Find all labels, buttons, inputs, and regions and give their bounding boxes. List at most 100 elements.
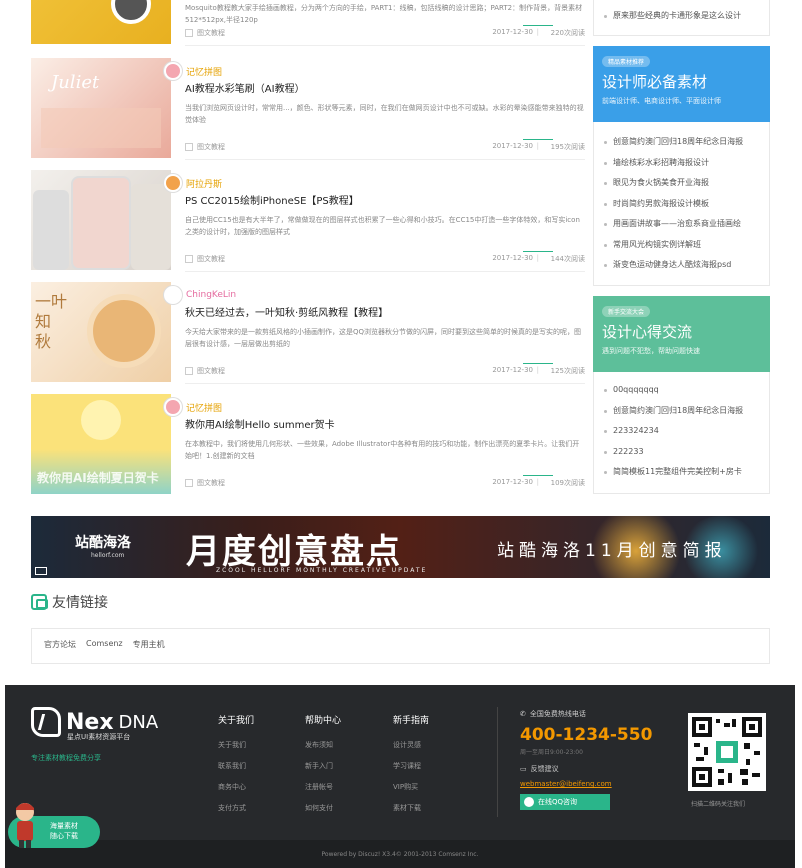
- doc-icon: [185, 143, 193, 151]
- qr-caption: 扫描二维码关注我们: [691, 801, 746, 808]
- post-item[interactable]: 一叶知秋 ChingKeLin 秋天已经过去，一叶知秋·剪纸风教程【教程】 今天…: [31, 280, 585, 384]
- banner-subtitle: 前端设计师、电商设计师、平面设计师: [602, 97, 721, 105]
- footer-link[interactable]: 素材下载: [393, 803, 429, 824]
- post-meta: 图文教程 2017-12-30 | 220次阅读: [185, 25, 585, 42]
- post-thumbnail[interactable]: Juliet: [31, 58, 171, 158]
- doc-icon: [185, 29, 193, 37]
- service-hours: 周一至周日9:00-23:00: [520, 749, 583, 756]
- sidebar-link[interactable]: 创意简约澳门回归18周年纪念日海报: [594, 132, 769, 153]
- sidebar-banner-exchange[interactable]: 新手交流大会 设计心得交流 遇到问题不犯愁，帮助问题快速: [593, 296, 770, 372]
- sidebar-link[interactable]: 时尚简约男款海报设计模板: [594, 194, 769, 215]
- doc-icon: [185, 479, 193, 487]
- sidebar-banner-materials[interactable]: 精品素材推荐 设计师必备素材 前端设计师、电商设计师、平面设计师: [593, 46, 770, 122]
- footer-link[interactable]: 关于我们: [218, 740, 254, 761]
- link-icon: [31, 594, 48, 610]
- sidebar-link[interactable]: 常用风光构镜实例详解班: [594, 235, 769, 256]
- post-tag[interactable]: 图文教程: [185, 142, 225, 152]
- footer-link[interactable]: 新手入门: [305, 761, 341, 782]
- sidebar-link[interactable]: 创意简约澳门回归18周年纪念日海报: [594, 401, 769, 422]
- post-meta: 图文教程 2017-12-30 | 125次阅读: [185, 363, 585, 380]
- sidebar-list-exchange: 00qqqqqqq 创意简约澳门回归18周年纪念日海报 223324234 22…: [593, 372, 770, 494]
- mascot-icon: [16, 803, 34, 848]
- post-tag[interactable]: 图文教程: [185, 28, 225, 38]
- banner-title: 设计师必备素材: [602, 73, 708, 91]
- sidebar-link[interactable]: 原来那些经典的卡通形象是这么设计: [594, 6, 769, 27]
- sidebar-link[interactable]: 墙绘核彩水彩招聘海报设计: [594, 153, 769, 174]
- footer-col-title: 关于我们: [218, 716, 255, 726]
- avatar[interactable]: [164, 174, 182, 192]
- post-thumbnail[interactable]: 一叶知秋: [31, 282, 171, 382]
- post-tag[interactable]: 图文教程: [185, 254, 225, 264]
- post-author[interactable]: 记忆拼图: [164, 398, 222, 416]
- post-thumbnail[interactable]: 教你用AI绘制夏日贺卡: [31, 394, 171, 494]
- footer-link[interactable]: 如何支付: [305, 803, 341, 824]
- post-date: 2017-12-30: [492, 28, 533, 36]
- footer-link[interactable]: 支付方式: [218, 803, 254, 824]
- post-title[interactable]: 教你用AI绘制Hello summer贺卡: [185, 416, 335, 431]
- footer-link[interactable]: 商务中心: [218, 782, 254, 803]
- ad-banner[interactable]: 站酷海洛 hellorf.com 月度创意盘点 ZCOOL HELLORF MO…: [31, 516, 770, 578]
- post-meta: 图文教程 2017-12-30 | 195次阅读: [185, 139, 585, 156]
- footer-col-title: 新手指南: [393, 716, 430, 726]
- sidebar-link[interactable]: 00qqqqqqq: [594, 380, 769, 401]
- post-thumbnail[interactable]: [31, 170, 171, 270]
- post-meta: 图文教程 2017-12-30 | 109次阅读: [185, 475, 585, 492]
- footer-col-title: 帮助中心: [305, 716, 342, 726]
- post-views: 144次阅读: [550, 255, 585, 263]
- post-views: 220次阅读: [550, 29, 585, 37]
- post-date: 2017-12-30: [492, 254, 533, 262]
- avatar[interactable]: [164, 286, 182, 304]
- post-item[interactable]: Juliet 记忆拼图 AI教程水彩笔刷（AI教程） 当我们浏览网页设计时，常常…: [31, 56, 585, 160]
- footer-link[interactable]: 联系我们: [218, 761, 254, 782]
- post-item[interactable]: Mosquito教程教大家手绘插画教程，分为两个方向的手绘，PART1：线稿，包…: [31, 0, 585, 46]
- post-tag[interactable]: 图文教程: [185, 366, 225, 376]
- copyright: Powered by Discuz! X3.4© 2001-2013 Comse…: [321, 851, 479, 858]
- footer-contact: ✆ 全国免费热线电话 400-1234-550 周一至周日9:00-23:00 …: [520, 709, 680, 810]
- post-author[interactable]: ChingKeLin: [164, 286, 236, 304]
- post-excerpt: 在本教程中，我们将使用几何形状、一些效果，Adobe Illustrator中各…: [185, 440, 580, 460]
- ad-right-text: 站酷海洛11月创意简报: [497, 541, 727, 561]
- post-thumbnail[interactable]: [31, 0, 171, 44]
- post-views: 125次阅读: [550, 367, 585, 375]
- post-tag[interactable]: 图文教程: [185, 478, 225, 488]
- post-item[interactable]: 阿拉丹斯 PS CC2015绘制iPhoneSE【PS教程】 自己使用CC15也…: [31, 168, 585, 272]
- avatar[interactable]: [164, 62, 182, 80]
- ad-brand-url: hellorf.com: [91, 552, 125, 559]
- post-author[interactable]: 记忆拼图: [164, 62, 222, 80]
- sidebar-list-materials: 创意简约澳门回归18周年纪念日海报 墙绘核彩水彩招聘海报设计 眼见为食火锅美食开…: [593, 122, 770, 286]
- sidebar-link[interactable]: 223324234: [594, 421, 769, 442]
- post-title[interactable]: PS CC2015绘制iPhoneSE【PS教程】: [185, 192, 359, 207]
- sidebar-link[interactable]: 222233: [594, 442, 769, 463]
- floating-promo[interactable]: 海量素材 随心下载: [0, 800, 100, 850]
- sidebar-link[interactable]: 简简模板11完整组件完美控制+房卡: [594, 462, 769, 483]
- doc-icon: [185, 367, 193, 375]
- footer-link[interactable]: 注册帐号: [305, 782, 341, 803]
- friend-link[interactable]: 专用主机: [133, 639, 165, 653]
- phone-icon: ✆: [520, 710, 526, 718]
- footer-col-guide: 新手指南 设计灵感 学习课程 VIP购买 素材下载: [393, 713, 429, 824]
- post-excerpt: 自己使用CC15也是有大半年了，常做做现在的图层样式也积累了一些心得和小技巧。在…: [185, 216, 580, 236]
- post-excerpt: Mosquito教程教大家手绘插画教程，分为两个方向的手绘，PART1：线稿，包…: [185, 4, 583, 24]
- chat-icon: ▭: [520, 765, 527, 773]
- post-title[interactable]: 秋天已经过去，一叶知秋·剪纸风教程【教程】: [185, 304, 388, 319]
- footer-link[interactable]: 学习课程: [393, 761, 429, 782]
- sidebar-list-top: 原来那些经典的卡通形象是这么设计: [593, 0, 770, 36]
- footer-link[interactable]: VIP购买: [393, 782, 429, 803]
- post-author[interactable]: 阿拉丹斯: [164, 174, 222, 192]
- friend-link[interactable]: Comsenz: [86, 639, 123, 653]
- footer-link[interactable]: 设计灵感: [393, 740, 429, 761]
- post-title[interactable]: AI教程水彩笔刷（AI教程）: [185, 80, 305, 95]
- friend-link[interactable]: 官方论坛: [44, 639, 76, 653]
- thumbnail-caption: 教你用AI绘制夏日贺卡: [37, 471, 159, 485]
- qq-consult-button[interactable]: 在线QQ咨询: [520, 794, 610, 810]
- footer-link[interactable]: 发布须知: [305, 740, 341, 761]
- feedback-link[interactable]: ▭ 反馈建议: [520, 764, 680, 774]
- sidebar-link[interactable]: 用画面讲故事——治愈系商业插画绘: [594, 214, 769, 235]
- email-link[interactable]: webmaster@ibeifeng.com: [520, 780, 680, 788]
- banner-pill: 精品素材推荐: [602, 56, 651, 67]
- sidebar-link[interactable]: 渐变色运动健身达人酷炫海报psd: [594, 255, 769, 276]
- post-excerpt: 当我们浏览网页设计时，常常用...，颜色、形状等元素，同时，在我们在做网页设计中…: [185, 104, 584, 124]
- avatar[interactable]: [164, 398, 182, 416]
- sidebar-link[interactable]: 眼见为食火锅美食开业海报: [594, 173, 769, 194]
- post-item[interactable]: 教你用AI绘制夏日贺卡 记忆拼图 教你用AI绘制Hello summer贺卡 在…: [31, 392, 585, 496]
